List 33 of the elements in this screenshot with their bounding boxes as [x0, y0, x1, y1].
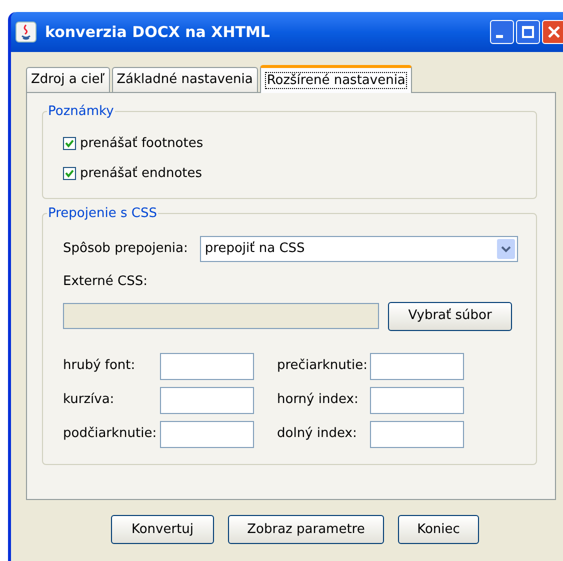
close-button[interactable]: [542, 20, 563, 44]
tab[interactable]: Zdroj a cieľ: [26, 67, 110, 92]
link-mode-dropdown[interactable]: prepojiť na CSS: [200, 236, 518, 262]
app-icon: [15, 21, 37, 43]
input-field[interactable]: [160, 386, 254, 414]
field-label: dolný index:: [277, 425, 358, 444]
field-label: podčiarknutie:: [63, 425, 158, 444]
field-label: kurzíva:: [63, 391, 116, 410]
close-icon: [547, 25, 561, 39]
input-field[interactable]: [160, 352, 254, 380]
tab[interactable]: Rozšírené nastavenia: [260, 65, 412, 93]
dialog-button[interactable]: Koniec: [398, 515, 479, 544]
input-field[interactable]: [370, 352, 464, 380]
checkbox-label: prenášať endnotes: [80, 164, 202, 182]
field-label: Externé CSS:: [63, 273, 148, 291]
dialog-button[interactable]: Vybrať súbor: [388, 302, 512, 330]
css-path-field[interactable]: [63, 303, 379, 329]
maximize-button[interactable]: [516, 20, 540, 44]
dialog-button[interactable]: Konvertuj: [111, 515, 214, 544]
checkbox[interactable]: [63, 166, 76, 180]
field-label: Spôsob prepojenia:: [63, 240, 188, 258]
tab[interactable]: Základné nastavenia: [112, 67, 258, 92]
minimize-button[interactable]: [490, 20, 514, 44]
checkbox-label: prenášať footnotes: [80, 135, 204, 153]
window-title: konverzia DOCX na XHTML: [45, 22, 271, 43]
input-field[interactable]: [160, 420, 254, 448]
field-label: hrubý font:: [63, 357, 136, 376]
dialog-button[interactable]: Zobraz parametre: [228, 515, 384, 544]
field-label: prečiarknutie:: [277, 357, 368, 376]
checkbox[interactable]: [63, 137, 76, 150]
input-field[interactable]: [370, 386, 464, 414]
input-field[interactable]: [370, 420, 464, 448]
field-label: horný index:: [277, 391, 360, 410]
